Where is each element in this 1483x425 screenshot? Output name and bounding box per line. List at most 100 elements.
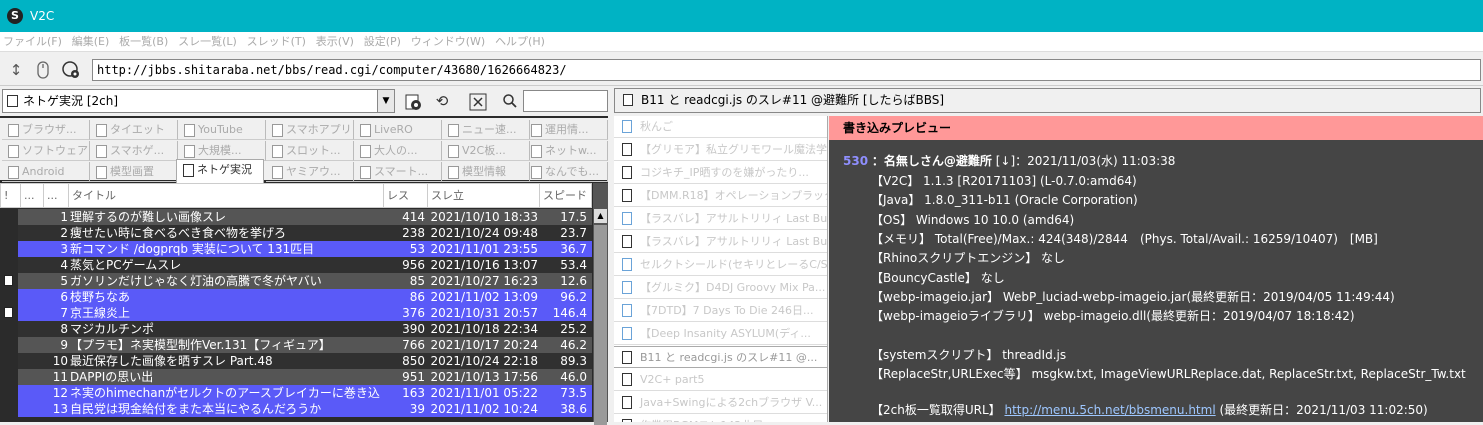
- thread-state-cell: [0, 273, 18, 289]
- table-row[interactable]: 1 理解するのが難しい画像スレ 414 2021/10/10 18:33 17.5: [0, 209, 592, 225]
- thread-tab-item[interactable]: セルクトシールド(セキリとレーるC/S...: [614, 254, 827, 276]
- board-tab[interactable]: ソフトウェア: [2, 141, 90, 161]
- board-tab-active[interactable]: ネトゲ実況: [176, 159, 264, 183]
- close-icon[interactable]: [466, 90, 490, 114]
- col-mark[interactable]: !: [1, 184, 21, 207]
- thread-number: 7: [60, 306, 68, 320]
- menu-help[interactable]: ヘルプ(H): [492, 32, 548, 52]
- url-field[interactable]: [92, 59, 1481, 81]
- board-search-input[interactable]: [523, 90, 608, 112]
- thread-tab-item[interactable]: 【7DTD】7 Days To Die 246日...: [614, 300, 827, 322]
- board-tab[interactable]: 模型画置: [90, 162, 178, 182]
- thread-tab-item[interactable]: 【グリモア】私立グリモワール魔法学...: [614, 139, 827, 161]
- menu-window[interactable]: ウィンドウ(W): [408, 32, 488, 52]
- app-icon[interactable]: S: [7, 8, 23, 24]
- board-tab[interactable]: V2C板...: [442, 141, 530, 161]
- scroll-thumb[interactable]: [594, 225, 607, 425]
- thread-tab-item[interactable]: 秋んご: [614, 116, 827, 138]
- vertical-arrows-icon[interactable]: ↕: [5, 59, 27, 81]
- board-tab[interactable]: ニュー速...: [442, 120, 530, 140]
- globe-settings-icon[interactable]: [60, 59, 82, 81]
- table-row[interactable]: 6 枝野ちなあ 86 2021/11/02 13:09 96.2: [0, 289, 592, 305]
- thread-tab-label: Java+Swingによる2chブラウザ V...: [640, 396, 823, 409]
- board-tab[interactable]: タイエット: [90, 120, 178, 140]
- board-tab[interactable]: ネットw...: [525, 141, 608, 161]
- thread-tab-item[interactable]: Java+Swingによる2chブラウザ V...: [614, 392, 827, 414]
- chevron-down-icon[interactable]: ▼: [377, 90, 394, 112]
- thread-state-cell: [0, 241, 18, 257]
- col-status[interactable]: ...: [21, 184, 44, 207]
- thread-scrollbar[interactable]: ▲: [593, 183, 608, 425]
- col-number[interactable]: ...: [44, 184, 69, 207]
- thread-res-count: 85: [409, 274, 425, 288]
- thread-title-cell: 痩せたい時に食べるべき食べ物を挙げろ: [70, 226, 287, 240]
- table-row[interactable]: 8 マジカルチンポ 390 2021/10/18 22:34 25.2: [0, 321, 592, 337]
- thread-tab-item[interactable]: V2C+ part5: [614, 369, 827, 391]
- board-tab[interactable]: スマート...: [354, 162, 442, 182]
- table-row[interactable]: 4 蒸気とPCゲームスレ 956 2021/10/16 13:07 53.4: [0, 257, 592, 273]
- thread-tab-item[interactable]: 【グルミク】D4DJ Groovy Mix Pa...: [614, 277, 827, 299]
- scroll-up-icon[interactable]: ▲: [594, 209, 607, 223]
- preview-header: 書き込みプレビュー: [829, 116, 1483, 140]
- table-row[interactable]: 2 痩せたい時に食べるべき食べ物を挙げろ 238 2021/10/24 09:48 23…: [0, 225, 592, 241]
- thread-tab-list: 秋んご 【グリモア】私立グリモワール魔法学... コジキチ_IP晒すのを嫌がったり.…: [614, 116, 828, 422]
- table-row[interactable]: 10 最近保存した画像を晒すスレ Part.48 850 2021/10/24 22:…: [0, 353, 592, 369]
- col-speed[interactable]: スピード: [540, 184, 592, 207]
- board-tab[interactable]: LiveRO: [354, 120, 442, 140]
- table-row[interactable]: 11 DAPPIの思い出 951 2021/10/13 17:56 46.0: [0, 369, 592, 385]
- document-icon: [4, 275, 13, 286]
- post-number[interactable]: 530: [843, 154, 868, 168]
- table-row[interactable]: 12ネ実のhimechanがセルクトのアースブレイカーに巻き込まれてP... 16…: [0, 385, 592, 401]
- menu-board-list[interactable]: 板一覧(B): [116, 32, 171, 52]
- thread-title-bar[interactable]: B11 と readcgi.js のスレ#11 @避難所 [したらばBBS]: [614, 88, 1481, 113]
- board-tab[interactable]: スマホアプリ: [266, 120, 354, 140]
- thread-table: ! ... ... タイトル レス スレ立 スピード 1 理解するのが難しい画像ス…: [0, 183, 592, 422]
- board-tab[interactable]: 大人の...: [354, 141, 442, 161]
- thread-tab-item[interactable]: 【Deep Insanity ASYLUM(ディ...: [614, 323, 827, 345]
- thread-tab-active[interactable]: B11 と readcgi.js のスレ#11 @...: [614, 346, 827, 368]
- table-row[interactable]: 3 新コマンド /dogprqb 実装について 131匹目 53 2021/11/01…: [0, 241, 592, 257]
- board-tab[interactable]: ブラウザ...: [2, 120, 90, 140]
- thread-tab-item[interactable]: 【ラスバレ】アサルトリリィ Last Bull...: [614, 231, 827, 253]
- board-tab[interactable]: 模型情報: [442, 162, 530, 182]
- thread-tab-item[interactable]: 【ラスバレ】アサルトリリィ Last Bull...: [614, 208, 827, 230]
- reload-icon[interactable]: ⟲: [430, 90, 454, 114]
- menu-settings[interactable]: 設定(P): [361, 32, 404, 52]
- thread-tab-item[interactable]: 【DMM.R18】オペレーションプラック...: [614, 185, 827, 207]
- col-created[interactable]: スレ立: [428, 184, 540, 207]
- board-tab[interactable]: Android: [2, 162, 90, 182]
- thread-state-cell: [0, 353, 18, 369]
- thread-state-cell: [0, 321, 18, 337]
- col-title[interactable]: タイトル: [69, 184, 384, 207]
- menu-thread[interactable]: スレッド(T): [244, 32, 309, 52]
- board-tab[interactable]: 運用情...: [525, 120, 608, 140]
- table-row[interactable]: 5 ガソリンだけじゃなく灯油の高騰で冬がヤバい 85 2021/10/27 16:23…: [0, 273, 592, 289]
- board-refresh-icon[interactable]: [401, 90, 425, 114]
- thread-tab-item[interactable]: 作業用BGMスレ142曲目: [614, 415, 827, 422]
- post-meta: [↓]：2021/11/03(水) 11:03:38: [995, 154, 1176, 168]
- col-res[interactable]: レス: [384, 184, 428, 207]
- board-select[interactable]: ネトゲ実況 [2ch] ▼: [2, 89, 395, 113]
- thread-res-count: 86: [409, 290, 425, 304]
- thread-number: 1: [60, 210, 68, 224]
- menu-file[interactable]: ファイル(F): [0, 32, 65, 52]
- board-tab[interactable]: なんでも...: [525, 162, 608, 182]
- bbsmenu-link[interactable]: http://menu.5ch.net/bbsmenu.html: [1004, 403, 1215, 417]
- menu-edit[interactable]: 編集(E): [69, 32, 113, 52]
- board-tab[interactable]: スロット...: [266, 141, 354, 161]
- mouse-icon[interactable]: [32, 59, 54, 81]
- table-row[interactable]: 13 自民党は現金給付をまた本当にやるんだろうか 39 2021/11/02 10:2…: [0, 401, 592, 417]
- thread-tab-item[interactable]: コジキチ_IP晒すのを嫌がったり...: [614, 162, 827, 184]
- table-row[interactable]: 7 京王線炎上 376 2021/10/31 20:57 146.4: [0, 305, 592, 321]
- board-tab[interactable]: 大規模...: [178, 141, 266, 161]
- board-tab[interactable]: ヤミアウ...: [266, 162, 354, 182]
- thread-title: B11 と readcgi.js のスレ#11 @避難所 [したらばBBS]: [641, 93, 945, 107]
- board-tab[interactable]: スマホゲ...: [90, 141, 178, 161]
- board-tab[interactable]: YouTube: [178, 120, 266, 140]
- table-row[interactable]: 9 【プラモ】ネ実模型制作Ver.131【フィギュア】 766 2021/10/17 …: [0, 337, 592, 353]
- thread-created: 2021/11/02 10:24: [430, 402, 538, 416]
- menu-thread-list[interactable]: スレ一覧(L): [175, 32, 240, 52]
- search-icon[interactable]: [498, 90, 522, 114]
- document-icon: [622, 143, 632, 156]
- menu-view[interactable]: 表示(V): [313, 32, 357, 52]
